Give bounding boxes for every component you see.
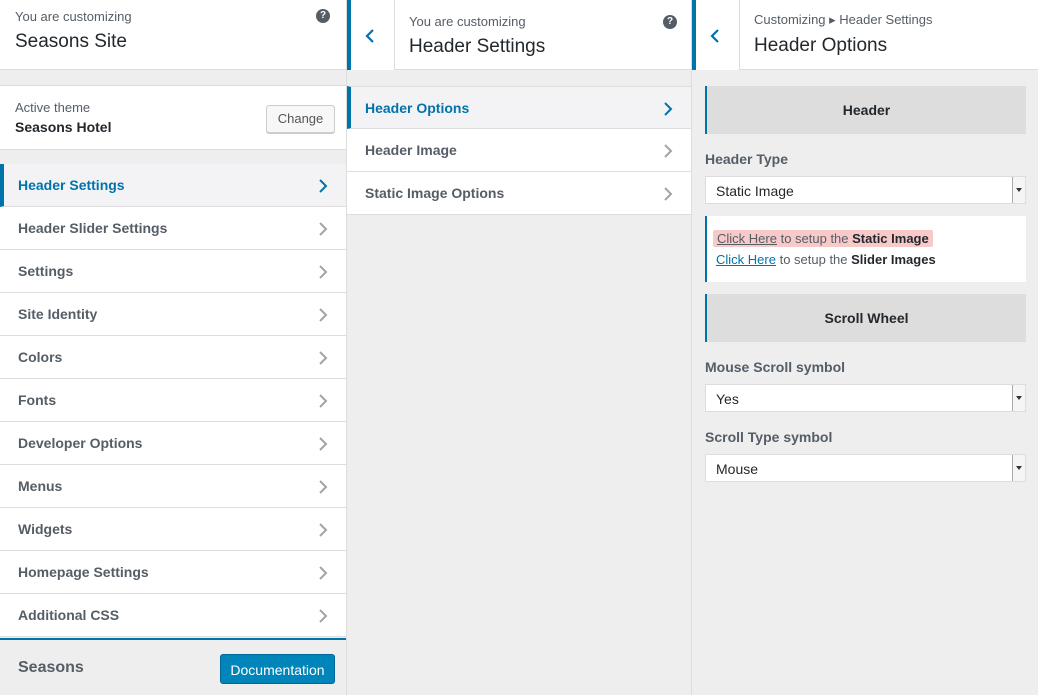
dropdown-arrow-icon: [1012, 177, 1025, 203]
chevron-right-icon: [319, 308, 328, 322]
menu-item-header-settings[interactable]: Header Settings: [0, 164, 346, 207]
chevron-right-icon: [664, 144, 673, 158]
dropdown-arrow-icon: [1012, 455, 1025, 481]
setup-links-box: Click Here to setup the Static Image Cli…: [705, 216, 1026, 282]
chevron-right-icon: [664, 102, 673, 116]
scroll-type-select[interactable]: Mouse: [705, 454, 1026, 482]
panel-header: You are customizing Header Settings ?: [347, 0, 692, 70]
customizer-window: You are customizing Seasons Site ? Activ…: [0, 0, 1038, 695]
active-theme-label: Active theme: [15, 100, 91, 115]
menu-item-site-identity[interactable]: Site Identity: [0, 293, 346, 336]
chevron-left-icon: [365, 29, 374, 43]
header-options-panel: Customizing ▸ Header Settings Header Opt…: [691, 0, 1038, 695]
menu-item-settings[interactable]: Settings: [0, 250, 346, 293]
chevron-right-icon: [319, 437, 328, 451]
static-image-link-line: Click Here to setup the Static Image: [713, 230, 933, 247]
scroll-wheel-section-heading: Scroll Wheel: [705, 294, 1026, 342]
chevron-right-icon: [319, 566, 328, 580]
back-button[interactable]: [347, 0, 395, 70]
menu-item-header-image[interactable]: Header Image: [347, 129, 691, 172]
chevron-right-icon: [319, 222, 328, 236]
menu-item-header-options[interactable]: Header Options: [347, 86, 691, 129]
chevron-right-icon: [319, 609, 328, 623]
chevron-right-icon: [319, 523, 328, 537]
mouse-scroll-label: Mouse Scroll symbol: [705, 359, 846, 375]
breadcrumb: Customizing ▸ Header Settings: [754, 12, 933, 27]
header-type-label: Header Type: [705, 151, 788, 167]
menu-item-widgets[interactable]: Widgets: [0, 508, 346, 551]
site-title: Seasons Site: [15, 31, 127, 52]
menu-item-colors[interactable]: Colors: [0, 336, 346, 379]
panel-title: Header Settings: [409, 36, 546, 57]
header-settings-menu: Header Options Header Image Static Image…: [347, 86, 691, 215]
static-image-setup-link[interactable]: Click Here: [717, 231, 777, 246]
documentation-button[interactable]: Documentation: [220, 654, 335, 684]
menu-item-static-image-options[interactable]: Static Image Options: [347, 172, 691, 215]
menu-item-developer-options[interactable]: Developer Options: [0, 422, 346, 465]
panel-title: Header Options: [754, 35, 888, 56]
theme-name: Seasons Hotel: [15, 119, 112, 135]
customizer-root-panel: You are customizing Seasons Site ? Activ…: [0, 0, 346, 695]
chevron-right-icon: [664, 187, 673, 201]
chevron-left-icon: [710, 29, 719, 43]
active-theme-section: Active theme Seasons Hotel Change: [0, 85, 346, 150]
header-type-select[interactable]: Static Image: [705, 176, 1026, 204]
help-icon[interactable]: ?: [663, 15, 677, 29]
slider-images-link-line: Click Here to setup the Slider Images: [716, 252, 936, 267]
header-settings-panel: You are customizing Header Settings ? He…: [346, 0, 692, 695]
help-icon[interactable]: ?: [316, 9, 330, 23]
panel-header: You are customizing Seasons Site ?: [0, 0, 346, 70]
menu-item-additional-css[interactable]: Additional CSS: [0, 594, 346, 637]
change-theme-button[interactable]: Change: [266, 105, 335, 133]
dropdown-arrow-icon: [1012, 385, 1025, 411]
menu-item-menus[interactable]: Menus: [0, 465, 346, 508]
customizing-subtitle: You are customizing: [409, 14, 526, 29]
menu-item-header-slider-settings[interactable]: Header Slider Settings: [0, 207, 346, 250]
back-button[interactable]: [692, 0, 740, 70]
header-section-heading: Header: [705, 86, 1026, 134]
chevron-right-icon: [319, 351, 328, 365]
sections-menu: Header Settings Header Slider Settings S…: [0, 164, 346, 637]
chevron-right-icon: [319, 394, 328, 408]
customizing-subtitle: You are customizing: [15, 9, 132, 24]
chevron-right-icon: [319, 179, 328, 193]
scroll-type-label: Scroll Type symbol: [705, 429, 833, 445]
theme-footer-bar: Seasons Documentation: [0, 638, 346, 695]
chevron-right-icon: [319, 480, 328, 494]
chevron-right-icon: [319, 265, 328, 279]
menu-item-fonts[interactable]: Fonts: [0, 379, 346, 422]
slider-images-setup-link[interactable]: Click Here: [716, 252, 776, 267]
mouse-scroll-select[interactable]: Yes: [705, 384, 1026, 412]
menu-item-homepage-settings[interactable]: Homepage Settings: [0, 551, 346, 594]
theme-footer-name: Seasons: [18, 659, 84, 676]
panel-header: Customizing ▸ Header Settings Header Opt…: [692, 0, 1038, 70]
